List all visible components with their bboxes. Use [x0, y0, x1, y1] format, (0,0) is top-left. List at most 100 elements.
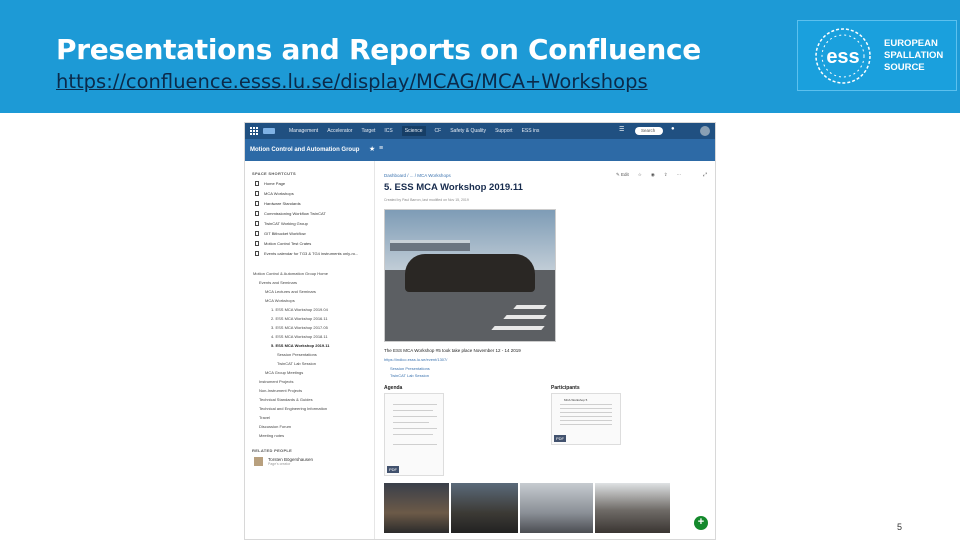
ess-logo-text: EUROPEAN SPALLATION SOURCE — [884, 38, 943, 74]
nav-cf[interactable]: CF — [435, 128, 442, 134]
app-switcher-icon[interactable] — [250, 127, 259, 135]
tree-item[interactable]: 2. ESS MCA Workshop 2016.11 — [271, 316, 328, 321]
shortcut-item[interactable]: Events calendar for TG3 & TG4 instrument… — [255, 251, 358, 256]
agenda-pdf-preview[interactable]: PDF — [384, 393, 444, 476]
participants-label: Participants — [551, 385, 580, 391]
person-role: Page's creator — [268, 462, 291, 466]
participants-doc-title: MCA Workshop 5 — [564, 398, 588, 402]
watch-icon[interactable]: ◉ — [651, 172, 655, 178]
search-input[interactable]: Search — [635, 127, 663, 135]
tree-item[interactable]: Motion Control & Automation Group Home — [253, 271, 328, 276]
workshop-group-photo[interactable] — [384, 209, 556, 342]
add-button[interactable]: + — [694, 516, 708, 530]
tree-item[interactable]: Session Presentations — [277, 352, 317, 357]
pdf-badge: PDF — [387, 466, 399, 473]
page-icon — [255, 231, 259, 236]
edit-button[interactable]: ✎ Edit — [616, 172, 629, 178]
tree-item[interactable]: MCA Workshops — [265, 298, 295, 303]
tree-item[interactable]: Travel — [259, 415, 270, 420]
nav-management[interactable]: Management — [289, 128, 318, 134]
shortcut-item[interactable]: GIT Bitbucket Workflow — [255, 231, 306, 236]
ess-logo-mark: ess — [815, 27, 871, 84]
photo-thumbnail[interactable] — [595, 483, 670, 533]
page-title: 5. ESS MCA Workshop 2019.11 — [384, 182, 523, 193]
space-header: Motion Control and Automation Group ★ ≡ — [245, 139, 715, 161]
tree-item[interactable]: 3. ESS MCA Workshop 2017.05 — [271, 325, 328, 330]
tree-item[interactable]: Discussion Forum — [259, 424, 291, 429]
svg-text:ess: ess — [826, 46, 859, 68]
page-icon — [255, 251, 259, 256]
menu-icon[interactable]: ☰ — [619, 126, 624, 133]
shortcut-item[interactable]: Hardware Standards — [255, 201, 301, 206]
nav-safety-quality[interactable]: Safety & Quality — [450, 128, 486, 134]
nav-target[interactable]: Target — [361, 128, 375, 134]
shortcut-item[interactable]: TwinCAT Working Group — [255, 221, 308, 226]
confluence-top-nav: Management Accelerator Target ICS Scienc… — [245, 123, 715, 139]
photo-thumbnail[interactable] — [451, 483, 518, 533]
shortcut-item[interactable]: Motion Control Test Crates — [255, 241, 311, 246]
session-presentations-link[interactable]: Session Presentations — [390, 366, 430, 371]
page-icon — [255, 201, 259, 206]
page-icon — [255, 191, 259, 196]
tree-item[interactable]: MCA Lectures and Seminars — [265, 289, 316, 294]
breadcrumb[interactable]: Dashboard / ... / MCA Workshops — [384, 173, 451, 178]
nav-science[interactable]: Science — [401, 126, 426, 136]
nav-ics[interactable]: ICS — [384, 128, 392, 134]
space-shortcuts-heading: SPACE SHORTCUTS — [252, 171, 296, 176]
related-people-heading: RELATED PEOPLE — [252, 448, 293, 453]
space-menu-icon[interactable]: ≡ — [379, 145, 383, 152]
shortcut-item[interactable]: Home Page — [255, 181, 285, 186]
star-icon[interactable]: ★ — [369, 145, 375, 153]
tree-item[interactable]: MCA Group Meetings — [265, 370, 303, 375]
expand-icon[interactable]: ⤢ — [703, 172, 707, 178]
star-icon[interactable]: ☆ — [638, 172, 642, 178]
page-toolbar: ✎ Edit ☆ ◉ ⇪ ⋯ — [616, 172, 681, 178]
shortcut-item[interactable]: Commissioning Workflow TwinCAT — [255, 211, 326, 216]
logo-line-2: SPALLATION — [884, 49, 944, 61]
logo-line-1: EUROPEAN — [884, 37, 938, 49]
tree-item[interactable]: Non-Instrument Projects — [259, 388, 302, 393]
page-icon — [255, 221, 259, 226]
tree-item[interactable]: Meeting notes — [259, 433, 284, 438]
pdf-badge: PDF — [554, 435, 566, 442]
logo-line-3: SOURCE — [884, 61, 925, 73]
tree-item[interactable]: Events and Seminars — [259, 280, 297, 285]
confluence-url-link[interactable]: https://confluence.esss.lu.se/display/MC… — [56, 70, 648, 93]
shortcut-item[interactable]: MCA Workshops — [255, 191, 294, 196]
confluence-screenshot: Management Accelerator Target ICS Scienc… — [244, 122, 716, 540]
participants-pdf-preview[interactable]: MCA Workshop 5 PDF — [551, 393, 621, 445]
indico-link[interactable]: https://indico.esss.lu.se/event/1307/ — [384, 357, 447, 362]
confluence-logo-icon[interactable] — [263, 128, 275, 134]
agenda-label: Agenda — [384, 385, 403, 391]
tree-item[interactable]: 4. ESS MCA Workshop 2018.11 — [271, 334, 328, 339]
space-sidebar: SPACE SHORTCUTS Home Page MCA Workshops … — [245, 161, 375, 539]
page-description: The ESS MCA Workshop #5 took take place … — [384, 348, 521, 353]
page-byline: Created by Paul Barron, last modified on… — [384, 198, 469, 202]
share-icon[interactable]: ⇪ — [664, 172, 668, 178]
tree-item[interactable]: TwinCAT Lab Session — [277, 361, 316, 366]
tree-item[interactable]: Technical Standards & Guides — [259, 397, 313, 402]
ess-logo: ess EUROPEAN SPALLATION SOURCE — [797, 20, 957, 91]
more-icon[interactable]: ⋯ — [677, 172, 682, 178]
nav-accelerator[interactable]: Accelerator — [327, 128, 352, 134]
photo-thumbnail[interactable] — [520, 483, 593, 533]
tree-item[interactable]: 1. ESS MCA Workshop 2019.04 — [271, 307, 328, 312]
tree-item[interactable]: Technical and Engineering Information — [259, 406, 327, 411]
person-avatar — [254, 457, 263, 466]
tree-item-current[interactable]: 5. ESS MCA Workshop 2019.11 — [271, 343, 329, 348]
nav-ess-ins[interactable]: ESS ins — [522, 128, 540, 134]
space-title[interactable]: Motion Control and Automation Group — [250, 147, 359, 153]
related-person[interactable]: Torsten Bögershausen Page's creator — [254, 457, 313, 466]
page-icon — [255, 241, 259, 246]
photo-thumbnail[interactable] — [384, 483, 449, 533]
twincat-lab-link[interactable]: TwinCAT Lab Session — [390, 373, 429, 378]
help-icon[interactable]: ● — [671, 126, 675, 132]
slide-title: Presentations and Reports on Confluence — [56, 33, 701, 66]
page-icon — [255, 181, 259, 186]
page-icon — [255, 211, 259, 216]
tree-item[interactable]: Instrument Projects — [259, 379, 293, 384]
user-avatar[interactable] — [700, 126, 710, 136]
slide-page-number: 5 — [897, 522, 903, 532]
nav-support[interactable]: Support — [495, 128, 513, 134]
page-content: Dashboard / ... / MCA Workshops 5. ESS M… — [383, 161, 715, 539]
